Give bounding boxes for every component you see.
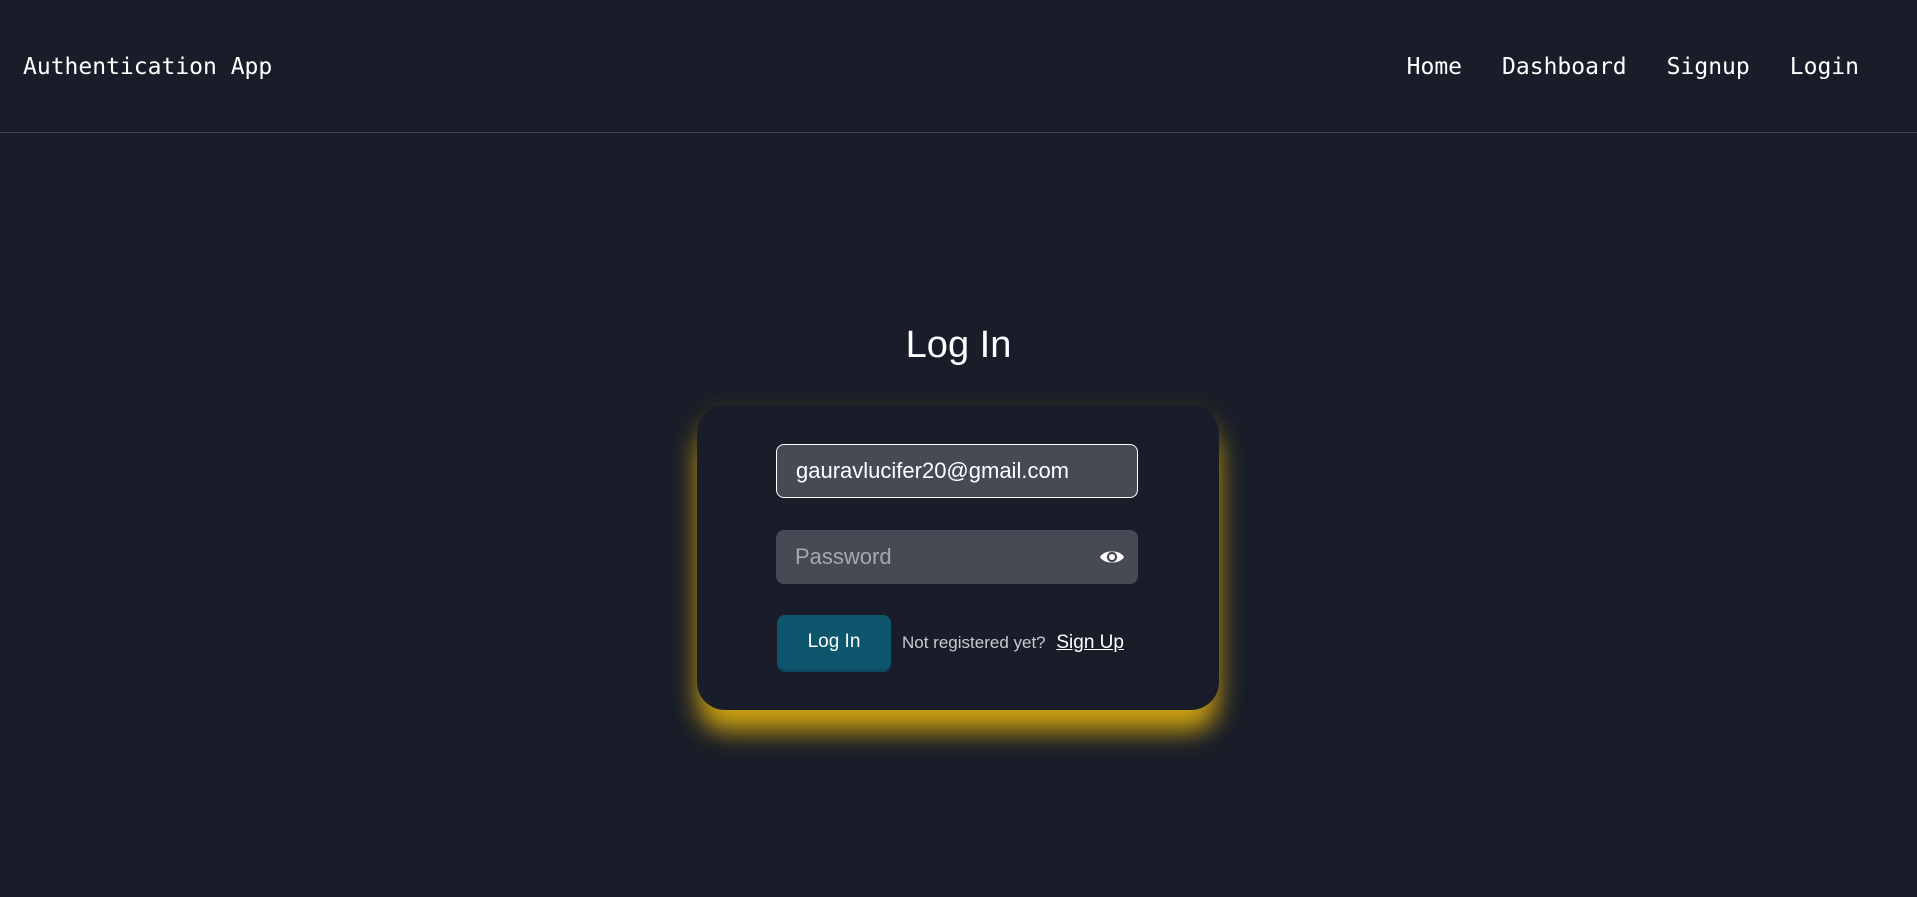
- email-field-wrapper: [776, 444, 1138, 498]
- nav-link-login[interactable]: Login: [1790, 51, 1859, 83]
- navbar: Authentication App Home Dashboard Signup…: [0, 0, 1917, 133]
- eye-icon[interactable]: [1099, 544, 1125, 570]
- nav-link-dashboard[interactable]: Dashboard: [1502, 51, 1627, 83]
- nav-link-home[interactable]: Home: [1407, 51, 1462, 83]
- login-card: Log In Not registered yet? Sign Up: [697, 405, 1219, 710]
- nav-link-signup[interactable]: Signup: [1667, 51, 1750, 83]
- app-brand[interactable]: Authentication App: [23, 51, 272, 83]
- nav-links: Home Dashboard Signup Login: [1407, 51, 1859, 83]
- login-button[interactable]: Log In: [777, 615, 891, 669]
- register-prompt: Not registered yet?: [902, 633, 1046, 652]
- register-row: Not registered yet? Sign Up: [902, 631, 1124, 655]
- password-input[interactable]: [776, 530, 1138, 584]
- signup-link[interactable]: Sign Up: [1056, 632, 1124, 653]
- page-title: Log In: [905, 324, 1012, 366]
- email-input[interactable]: [777, 445, 1137, 497]
- password-field-wrapper: [776, 530, 1138, 584]
